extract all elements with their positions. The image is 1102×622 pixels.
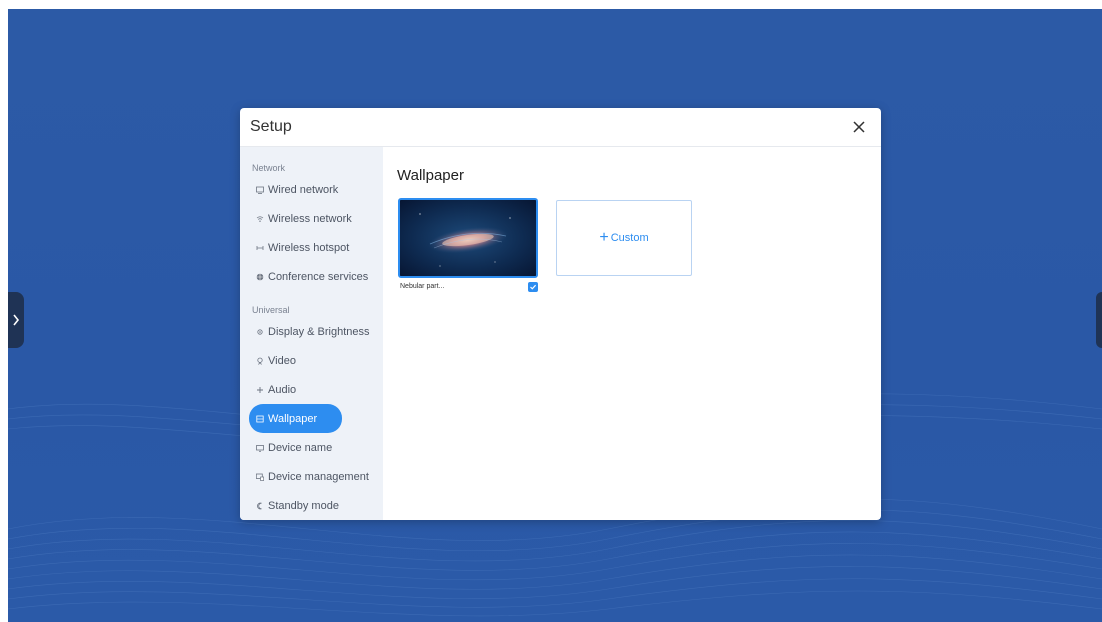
sidebar-item-label: Device management	[268, 470, 369, 483]
wallpaper-name: Nebular part...	[400, 283, 445, 290]
wallpaper-selected-checkbox[interactable]	[528, 282, 538, 292]
sidebar-item-wireless-network[interactable]: Wireless network	[249, 204, 376, 233]
plus-icon: +	[599, 229, 609, 246]
desktop-background: Setup Network Wired network Wireless net…	[8, 9, 1102, 622]
sidebar-item-label: Wireless hotspot	[268, 241, 350, 254]
section-label-network: Network	[252, 163, 286, 173]
sidebar-item-device-name[interactable]: Device name	[249, 433, 376, 462]
sidebar-item-label: Device name	[268, 441, 333, 454]
checkmark-icon	[530, 284, 537, 290]
right-expand-tab[interactable]	[1096, 292, 1102, 348]
device-management-icon	[256, 473, 264, 481]
wallpaper-panel: Wallpaper Nebular part... + Custom	[383, 147, 881, 520]
standby-icon	[256, 502, 264, 510]
custom-label: Custom	[610, 232, 649, 244]
audio-icon	[256, 386, 264, 394]
dialog-header: Setup	[240, 108, 881, 147]
wallpaper-icon	[256, 415, 264, 423]
device-icon	[256, 444, 264, 452]
sidebar-item-label: Standby mode	[268, 499, 339, 512]
wifi-icon	[256, 215, 264, 223]
sidebar-item-audio[interactable]: Audio	[249, 375, 376, 404]
sidebar-item-video[interactable]: Video	[249, 346, 376, 375]
globe-icon	[256, 273, 264, 281]
wallpaper-thumbnail[interactable]	[398, 198, 538, 278]
left-expand-tab[interactable]	[8, 292, 24, 348]
sidebar-item-standby-mode[interactable]: Standby mode	[249, 491, 376, 520]
dialog-title: Setup	[250, 118, 292, 135]
sidebar-item-label: Video	[268, 354, 296, 367]
setup-dialog: Setup Network Wired network Wireless net…	[240, 108, 881, 520]
video-icon	[256, 357, 264, 365]
sidebar-item-label: Display & Brightness	[268, 325, 370, 338]
chevron-right-icon	[13, 314, 20, 326]
sidebar-item-label: Wireless network	[268, 212, 352, 225]
monitor-icon	[256, 186, 264, 194]
hotspot-icon	[256, 244, 264, 252]
custom-wallpaper-button[interactable]: + Custom	[556, 200, 692, 276]
settings-sidebar: Network Wired network Wireless network W…	[240, 147, 383, 520]
sidebar-item-display-brightness[interactable]: Display & Brightness	[249, 317, 376, 346]
brightness-icon	[256, 328, 264, 336]
sidebar-item-device-management[interactable]: Device management	[249, 462, 376, 491]
sidebar-item-label: Audio	[268, 383, 297, 396]
close-icon	[853, 121, 865, 133]
sidebar-item-label: Conference services	[268, 270, 369, 283]
section-label-universal: Universal	[252, 305, 290, 315]
close-button[interactable]	[851, 119, 867, 135]
sidebar-item-wireless-hotspot[interactable]: Wireless hotspot	[249, 233, 376, 262]
sidebar-item-conference-services[interactable]: Conference services	[249, 262, 376, 291]
sidebar-item-wired-network[interactable]: Wired network	[249, 175, 376, 204]
nebula-image	[400, 200, 536, 276]
sidebar-item-label: Wallpaper	[268, 412, 318, 425]
sidebar-item-wallpaper[interactable]: Wallpaper	[249, 404, 342, 433]
sidebar-item-label: Wired network	[268, 183, 339, 196]
panel-title: Wallpaper	[397, 167, 464, 184]
